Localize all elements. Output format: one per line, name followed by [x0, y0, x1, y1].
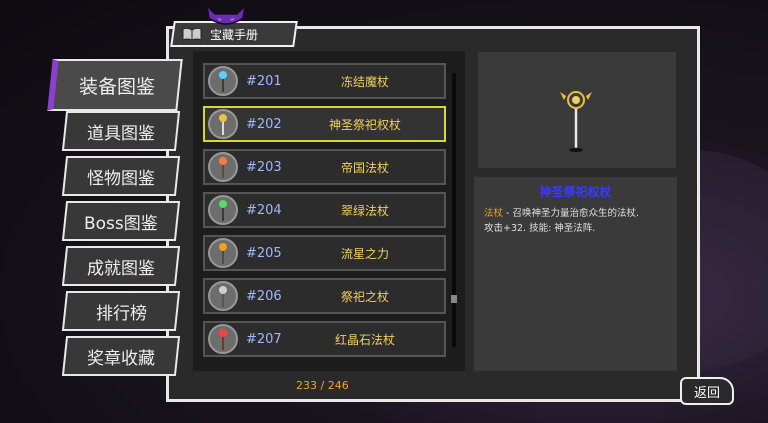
item-name: 冻结魔杖 — [340, 74, 389, 89]
item-desc-line1: - 召唤神圣力量治愈众生的法杖. — [503, 208, 640, 219]
scrollbar[interactable] — [451, 73, 457, 347]
side-tab-medals[interactable]: 奖章收藏 — [61, 336, 181, 376]
item-type: 法杖 — [484, 208, 504, 219]
scepter-icon — [208, 109, 238, 139]
page-title: 宝藏手册 — [210, 27, 259, 42]
item-number: #205 — [246, 245, 282, 261]
page-counter: 233 / 246 — [296, 379, 349, 392]
back-button[interactable]: 返回 — [680, 377, 734, 405]
side-tab-label: 奖章收藏 — [87, 348, 155, 369]
item-number: #202 — [246, 116, 282, 132]
item-name: 祭祀之杖 — [340, 289, 389, 304]
item-list-panel: #201 冻结魔杖 #202 神圣祭祀权杖 #203 帝国法杖 #204 翠绿法… — [193, 51, 465, 371]
item-description: 法杖 - 召唤神圣力量治愈众生的法杖. 攻击+32. 技能: 神圣法阵. — [484, 206, 668, 236]
side-tab-achievements[interactable]: 成就图鉴 — [61, 246, 181, 286]
side-tab-label: 成就图鉴 — [87, 258, 155, 279]
item-detail-title: 神圣祭祀权杖 — [539, 185, 612, 199]
side-tab-label: 道具图鉴 — [87, 123, 155, 144]
staff-icon — [208, 152, 238, 182]
item-number: #201 — [246, 73, 282, 89]
list-item[interactable]: #201 冻结魔杖 — [203, 63, 446, 99]
item-info-panel: 神圣祭祀权杖 法杖 - 召唤神圣力量治愈众生的法杖. 攻击+32. 技能: 神圣… — [474, 177, 677, 371]
item-name: 红晶石法杖 — [334, 332, 395, 347]
staff-icon — [208, 238, 238, 268]
scrollbar-thumb[interactable] — [451, 295, 457, 303]
staff-icon — [208, 324, 238, 354]
side-tab-boss[interactable]: Boss图鉴 — [61, 201, 181, 241]
item-number: #207 — [246, 331, 282, 347]
staff-icon — [208, 281, 238, 311]
list-item[interactable]: #205 流星之力 — [203, 235, 446, 271]
staff-icon — [208, 195, 238, 225]
side-tab-label: Boss图鉴 — [84, 213, 158, 234]
demon-emblem-icon — [205, 4, 247, 25]
side-tab-monsters[interactable]: 怪物图鉴 — [61, 156, 181, 196]
back-label: 返回 — [693, 385, 720, 401]
item-name: 神圣祭祀权杖 — [328, 117, 401, 132]
item-name: 流星之力 — [340, 246, 389, 261]
list-item[interactable]: #203 帝国法杖 — [203, 149, 446, 185]
side-tab-label: 排行榜 — [95, 303, 147, 324]
side-tab-leaderboard[interactable]: 排行榜 — [61, 291, 181, 331]
side-tab-items[interactable]: 道具图鉴 — [61, 111, 181, 151]
list-item[interactable]: #207 红晶石法杖 — [203, 321, 446, 357]
item-desc-line2: 攻击+32. 技能: 神圣法阵. — [484, 223, 596, 234]
item-preview — [478, 52, 676, 168]
list-item-selected[interactable]: #202 神圣祭祀权杖 — [203, 106, 446, 142]
list-item[interactable]: #204 翠绿法杖 — [203, 192, 446, 228]
book-icon — [182, 27, 202, 41]
list-item[interactable]: #206 祭祀之杖 — [203, 278, 446, 314]
item-name: 帝国法杖 — [340, 160, 389, 175]
side-tab-equipment[interactable]: 装备图鉴 — [47, 59, 183, 111]
item-number: #203 — [246, 159, 282, 175]
item-name: 翠绿法杖 — [340, 203, 389, 218]
wand-icon — [208, 66, 238, 96]
side-tab-label: 装备图鉴 — [78, 75, 155, 98]
item-number: #204 — [246, 202, 282, 218]
side-tab-label: 怪物图鉴 — [87, 168, 155, 189]
item-number: #206 — [246, 288, 282, 304]
